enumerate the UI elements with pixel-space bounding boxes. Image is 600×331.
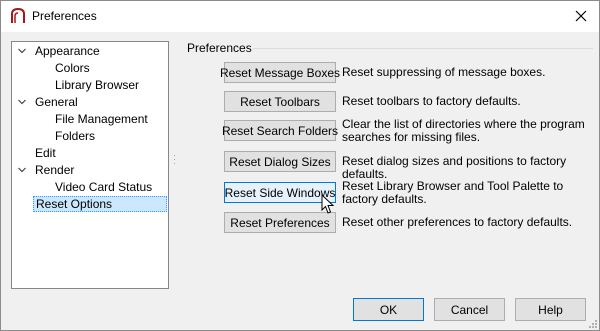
- help-button[interactable]: Help: [515, 298, 586, 321]
- tree-item-render[interactable]: Render: [33, 162, 76, 178]
- chief-architect-logo-icon: [9, 7, 27, 25]
- reset-message-boxes-description: Reset suppressing of message boxes.: [342, 65, 546, 79]
- reset-dialog-sizes-description: Reset dialog sizes and positions to fact…: [342, 154, 567, 181]
- chevron-down-icon[interactable]: [17, 97, 27, 107]
- tree-item-video-card-status[interactable]: Video Card Status: [53, 179, 154, 195]
- chevron-down-icon[interactable]: [17, 165, 27, 175]
- tree-item-appearance[interactable]: Appearance: [33, 43, 102, 59]
- tree-item-edit[interactable]: Edit: [33, 145, 58, 161]
- reset-message-boxes-button[interactable]: Reset Message Boxes: [220, 62, 340, 83]
- tree-item-general[interactable]: General: [33, 94, 80, 110]
- reset-toolbars-description: Reset toolbars to factory defaults.: [342, 94, 521, 108]
- tree-item-library-browser[interactable]: Library Browser: [53, 77, 141, 93]
- category-tree[interactable]: Appearance Colors Library Browser Genera…: [11, 41, 169, 289]
- window-title: Preferences: [32, 9, 97, 23]
- reset-preferences-button[interactable]: Reset Preferences: [224, 212, 336, 233]
- group-divider: [253, 48, 593, 49]
- reset-side-windows-button[interactable]: Reset Side Windows: [224, 182, 336, 203]
- ok-button[interactable]: OK: [353, 298, 424, 321]
- chevron-down-icon[interactable]: [17, 46, 27, 56]
- tree-item-reset-options[interactable]: Reset Options: [33, 196, 167, 212]
- close-button[interactable]: [569, 5, 593, 27]
- title-bar[interactable]: Preferences: [1, 1, 599, 32]
- cancel-button[interactable]: Cancel: [434, 298, 505, 321]
- reset-dialog-sizes-button[interactable]: Reset Dialog Sizes: [224, 151, 336, 172]
- hand-cursor-icon: [321, 194, 335, 214]
- close-icon: [575, 10, 587, 22]
- resize-grip-icon[interactable]: [588, 319, 598, 329]
- group-title: Preferences: [187, 41, 252, 55]
- pane-splitter[interactable]: [173, 141, 176, 181]
- tree-item-file-management[interactable]: File Management: [53, 111, 150, 127]
- reset-toolbars-button[interactable]: Reset Toolbars: [224, 91, 336, 112]
- reset-search-folders-button[interactable]: Reset Search Folders: [222, 120, 338, 141]
- tree-item-colors[interactable]: Colors: [53, 60, 92, 76]
- reset-search-folders-description: Clear the list of directories where the …: [342, 117, 585, 144]
- tree-item-folders[interactable]: Folders: [53, 128, 97, 144]
- reset-preferences-description: Reset other preferences to factory defau…: [342, 215, 573, 229]
- preferences-dialog: Preferences Appearance Colors Library Br…: [0, 0, 600, 331]
- reset-side-windows-description: Reset Library Browser and Tool Palette t…: [342, 179, 564, 206]
